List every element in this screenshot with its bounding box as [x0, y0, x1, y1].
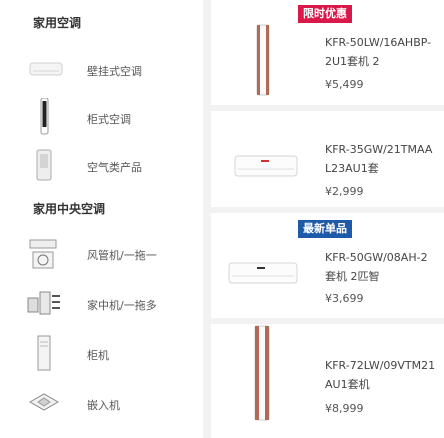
- new-product-badge: 最新单品: [298, 220, 352, 238]
- product-price: ¥5,499: [325, 78, 364, 91]
- category-label: 家中机/一拖多: [87, 299, 157, 312]
- cabinet-unit-icon: [37, 335, 51, 371]
- floor-standing-ac-image: [254, 325, 270, 421]
- sale-badge: 限时优惠: [298, 5, 352, 23]
- section-title-home-central-ac: 家用中央空调: [33, 202, 106, 216]
- category-label: 柜式空调: [87, 113, 131, 126]
- floor-standing-ac-image: [256, 24, 270, 96]
- wall-mounted-ac-image: [228, 262, 298, 284]
- ceiling-cassette-icon: [28, 393, 60, 411]
- category-sidebar: 家用空调 壁挂式空调 柜式空调 空气类产品 家用中央空调 风管机/一拖一 家中机…: [0, 0, 203, 438]
- category-air-products[interactable]: 空气类产品: [20, 146, 200, 186]
- category-label: 风管机/一拖一: [87, 249, 157, 262]
- product-card[interactable]: 最新单品 KFR-50GW/08AH-2套机 2匹智 ¥3,699: [211, 213, 444, 318]
- product-card[interactable]: 限时优惠 KFR-50LW/16AHBP-2U1套机 2 ¥5,499: [211, 0, 444, 105]
- multi-split-unit-icon: [27, 291, 60, 315]
- product-price: ¥2,999: [325, 185, 364, 198]
- category-label: 壁挂式空调: [87, 65, 142, 78]
- wall-mounted-ac-image: [234, 155, 298, 177]
- floor-standing-ac-icon: [40, 98, 49, 135]
- air-purifier-icon: [36, 149, 52, 181]
- product-card[interactable]: KFR-72LW/09VTM21AU1套机 ¥8,999: [211, 324, 444, 438]
- category-duct-unit[interactable]: 风管机/一拖一: [20, 234, 200, 274]
- product-price: ¥8,999: [325, 402, 364, 415]
- wall-mounted-ac-icon: [29, 62, 63, 76]
- product-name: KFR-50GW/08AH-2套机 2匹智: [325, 251, 428, 283]
- product-price: ¥3,699: [325, 292, 364, 305]
- product-list: 限时优惠 KFR-50LW/16AHBP-2U1套机 2 ¥5,499 KFR-…: [211, 0, 444, 438]
- category-floor-standing-ac[interactable]: 柜式空调: [20, 98, 200, 138]
- section-title-home-ac: 家用空调: [33, 16, 82, 30]
- product-card[interactable]: KFR-35GW/21TMAAL23AU1套 ¥2,999: [211, 111, 444, 207]
- product-name: KFR-35GW/21TMAAL23AU1套: [325, 143, 433, 175]
- category-cabinet-unit[interactable]: 柜机: [20, 334, 200, 374]
- product-name: KFR-72LW/09VTM21AU1套机: [325, 359, 436, 391]
- category-wall-mounted-ac[interactable]: 壁挂式空调: [20, 50, 200, 90]
- category-multi-split[interactable]: 家中机/一拖多: [20, 284, 200, 324]
- category-label: 柜机: [87, 349, 109, 362]
- category-label: 空气类产品: [87, 161, 142, 174]
- category-ceiling-cassette[interactable]: 嵌入机: [20, 384, 200, 424]
- category-label: 嵌入机: [87, 399, 120, 412]
- product-name: KFR-50LW/16AHBP-2U1套机 2: [325, 36, 432, 68]
- duct-unit-icon: [29, 239, 57, 269]
